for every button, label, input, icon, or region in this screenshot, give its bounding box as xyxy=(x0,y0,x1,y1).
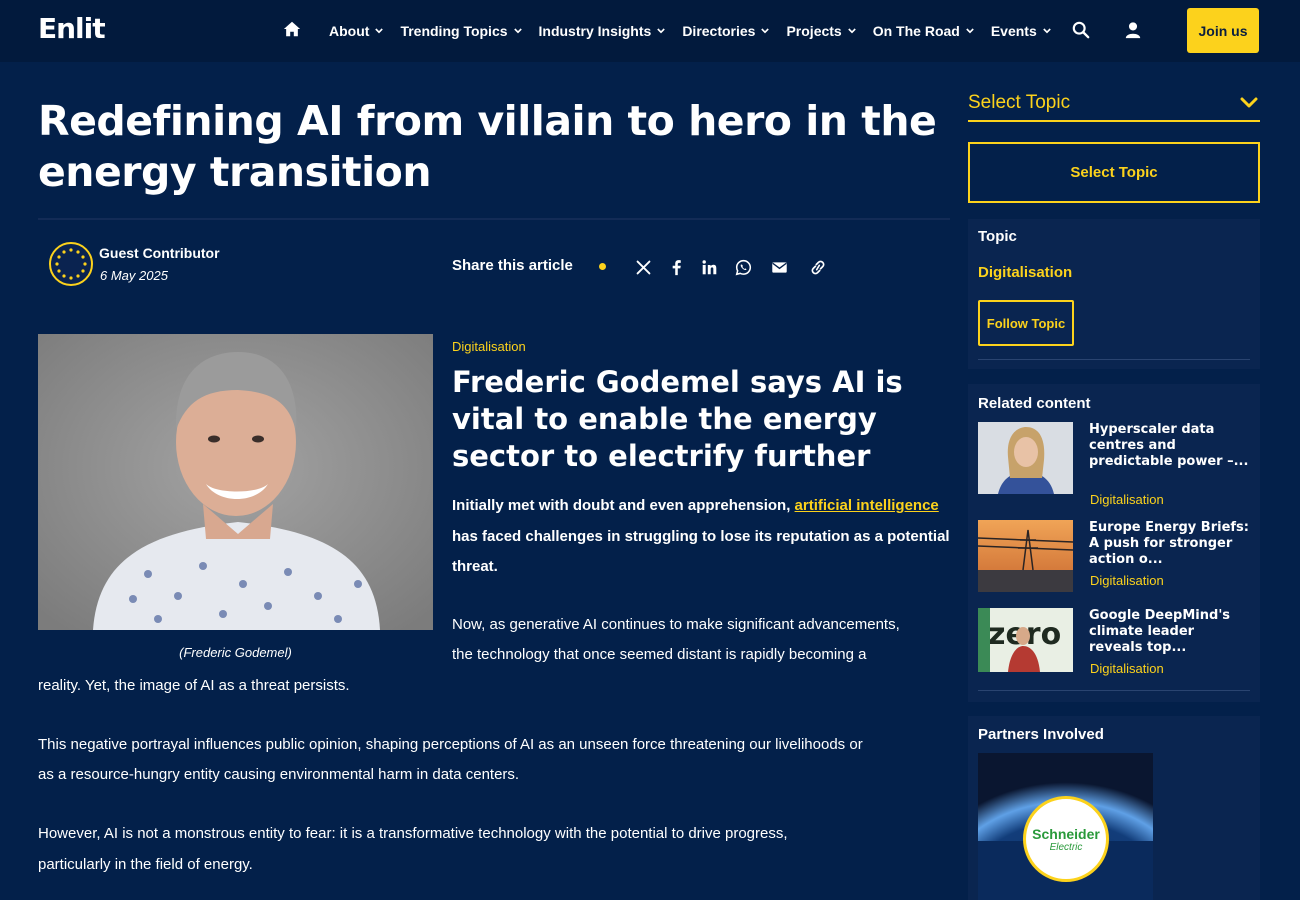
nav-item-label: Events xyxy=(990,23,1037,39)
chevron-down-icon xyxy=(1240,97,1258,108)
share-dot xyxy=(599,263,606,270)
divider xyxy=(38,218,950,220)
related-tag[interactable]: Digitalisation xyxy=(1090,573,1164,588)
paragraph-line: Now, as generative AI continues to make … xyxy=(452,616,900,633)
related-thumbnail[interactable]: zero xyxy=(978,608,1073,672)
author-name[interactable]: Guest Contributor xyxy=(99,245,220,261)
paragraph-line: reality. Yet, the image of AI as a threa… xyxy=(38,677,350,694)
intro-paragraph: Initially met with doubt and even appreh… xyxy=(452,491,952,583)
nav-item-projects[interactable]: Projects xyxy=(786,23,856,39)
paragraph-line: as a resource-hungry entity causing envi… xyxy=(38,766,520,783)
author-photo xyxy=(38,334,433,630)
nav-item-trending-topics[interactable]: Trending Topics xyxy=(400,23,522,39)
related-title[interactable]: Europe Energy Briefs: A push for stronge… xyxy=(1089,520,1249,568)
chevron-down-icon xyxy=(657,28,666,34)
speaker-stage-image: zero xyxy=(978,608,1073,672)
partner-card[interactable]: Schneider Electric xyxy=(978,753,1153,900)
share-label: Share this article xyxy=(452,257,573,274)
related-item[interactable]: Europe Energy Briefs: A push for stronge… xyxy=(978,520,1250,600)
chevron-down-icon xyxy=(513,28,522,34)
related-thumbnail[interactable] xyxy=(978,422,1073,494)
search-icon[interactable] xyxy=(1072,21,1090,39)
nav-item-label: Projects xyxy=(786,23,842,39)
divider xyxy=(978,359,1250,360)
ai-topic-link[interactable]: artificial intelligence xyxy=(795,497,939,514)
partners-panel: Partners Involved Schneider Electric xyxy=(968,716,1260,900)
article-standfirst: Frederic Godemel says AI is vital to ena… xyxy=(452,365,903,473)
topic-panel: Topic Digitalisation Follow Topic xyxy=(968,219,1260,369)
portrait-image xyxy=(38,334,433,630)
facebook-icon[interactable] xyxy=(668,259,685,276)
topic-heading: Topic xyxy=(978,228,1017,245)
image-caption: (Frederic Godemel) xyxy=(179,645,292,660)
topic-dropdown[interactable]: Select Topic xyxy=(968,88,1260,122)
user-icon[interactable] xyxy=(1124,21,1142,39)
related-tag[interactable]: Digitalisation xyxy=(1090,492,1164,507)
paragraph-line: the technology that once seemed distant … xyxy=(452,646,867,663)
chevron-down-icon xyxy=(966,28,974,34)
related-title[interactable]: Google DeepMind's climate leader reveals… xyxy=(1089,608,1249,656)
intro-text-continued: has faced challenges in struggling to lo… xyxy=(452,527,950,576)
related-item[interactable]: Hyperscaler data centres and predictable… xyxy=(978,422,1250,512)
topic-dropdown-label: Select Topic xyxy=(968,92,1071,113)
nav-item-events[interactable]: Events xyxy=(991,23,1051,39)
related-tag[interactable]: Digitalisation xyxy=(1090,661,1164,676)
email-icon[interactable] xyxy=(771,259,788,276)
nav-item-label: On The Road xyxy=(872,23,960,39)
chevron-down-icon xyxy=(375,28,384,34)
select-topic-button[interactable]: Select Topic xyxy=(968,142,1260,203)
power-lines-image xyxy=(978,520,1073,592)
paragraph-line: particularly in the field of energy. xyxy=(38,856,253,873)
nav-item-on-the-road[interactable]: On The Road xyxy=(873,23,974,39)
intro-text: Initially met with doubt and even appreh… xyxy=(452,497,795,514)
paragraph-line: This negative portrayal influences publi… xyxy=(38,736,863,753)
schneider-logo: Schneider Electric xyxy=(1023,796,1109,882)
partners-heading: Partners Involved xyxy=(978,726,1104,743)
nav-item-directories[interactable]: Directories xyxy=(682,23,770,39)
home-icon[interactable] xyxy=(283,20,301,38)
related-heading: Related content xyxy=(978,395,1091,412)
related-title[interactable]: Hyperscaler data centres and predictable… xyxy=(1089,422,1249,470)
nav-item-label: Industry Insights xyxy=(538,23,652,39)
nav-item-label: Directories xyxy=(682,23,756,39)
chevron-down-icon xyxy=(1042,28,1051,34)
publish-date: 6 May 2025 xyxy=(100,268,168,283)
follow-topic-button[interactable]: Follow Topic xyxy=(978,300,1074,346)
main-menu: About Trending Topics Industry Insights … xyxy=(329,0,1051,62)
article-category[interactable]: Digitalisation xyxy=(452,339,526,354)
join-us-button[interactable]: Join us xyxy=(1187,8,1259,53)
related-content-panel: Related content Hyperscaler data centres… xyxy=(968,384,1260,702)
nav-item-label: About xyxy=(329,23,370,39)
chevron-down-icon xyxy=(847,28,856,34)
chevron-down-icon xyxy=(761,28,770,34)
top-navigation: Enlit About Trending Topics Industry Ins… xyxy=(0,0,1300,62)
nav-item-industry-insights[interactable]: Industry Insights xyxy=(539,23,666,39)
article-title: Redefining AI from villain to hero in th… xyxy=(38,97,937,196)
topic-name[interactable]: Digitalisation xyxy=(978,264,1072,281)
nav-item-label: Trending Topics xyxy=(400,23,508,39)
link-icon[interactable] xyxy=(808,259,828,276)
x-icon[interactable] xyxy=(635,259,652,276)
enlit-logo[interactable]: Enlit xyxy=(38,12,106,45)
nav-item-about[interactable]: About xyxy=(329,23,384,39)
partner-logo-subtext: Electric xyxy=(1049,842,1083,853)
avatar xyxy=(49,242,93,286)
contributor-logo-icon xyxy=(55,248,87,280)
divider xyxy=(978,690,1250,691)
woman-portrait-image xyxy=(978,422,1073,494)
whatsapp-icon[interactable] xyxy=(735,259,752,276)
linkedin-icon[interactable] xyxy=(701,259,718,276)
paragraph-line: However, AI is not a monstrous entity to… xyxy=(38,825,788,842)
related-thumbnail[interactable] xyxy=(978,520,1073,592)
partner-logo-text: Schneider xyxy=(1032,826,1100,842)
related-item[interactable]: zero Google DeepMind's climate leader re… xyxy=(978,608,1250,688)
